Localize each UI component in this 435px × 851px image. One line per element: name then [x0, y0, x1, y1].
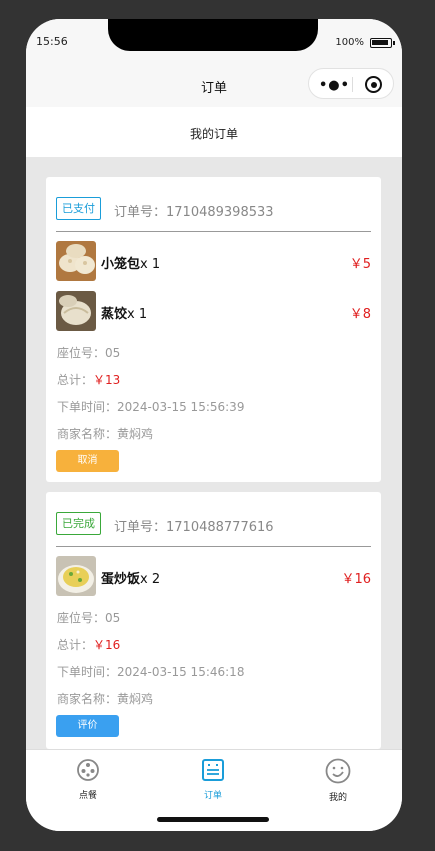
item-price: ￥5: [349, 257, 371, 272]
order-item: 蛋炒饭x 2 ￥16: [56, 556, 371, 596]
order-item: 蒸饺x 1 ￥8: [56, 291, 371, 331]
steamed-dumpling-photo: [56, 291, 96, 331]
order-icon: [202, 759, 224, 781]
page-header: 我的订单: [26, 107, 402, 157]
divider: [56, 231, 371, 232]
capsule-divider: [352, 77, 353, 92]
dumpling-photo: [56, 241, 96, 281]
order-number: 订单号：1710489398533: [114, 205, 274, 220]
battery-percent: 100%: [335, 37, 364, 48]
divider: [56, 546, 371, 547]
tab-label: 我的: [328, 793, 347, 803]
order-card: 已完成 订单号：1710488777616 蛋炒饭x 2 ￥16 座位号：05 …: [46, 492, 381, 749]
order-time: 下单时间：2024-03-15 15:56:39: [57, 400, 245, 414]
nav-bar: 订单 •●•: [26, 63, 402, 107]
order-time: 下单时间：2024-03-15 15:46:18: [57, 665, 245, 679]
item-price: ￥16: [341, 572, 371, 587]
seat-number: 座位号：05: [57, 611, 121, 625]
food-icon: [77, 759, 99, 781]
item-name: 小笼包x 1: [101, 257, 161, 272]
mini-program-capsule: •●•: [308, 68, 394, 99]
profile-icon: [325, 758, 351, 784]
order-number: 订单号：1710488777616: [114, 520, 274, 535]
item-name: 蛋炒饭x 2: [101, 572, 161, 587]
status-bar: 15:56 100%: [26, 19, 402, 63]
battery-icon: [370, 38, 395, 48]
tab-orders[interactable]: 订单: [173, 758, 253, 801]
page-title: 我的订单: [189, 127, 238, 141]
phone-screen: 15:56 100% 订单 •●• 我的订单 已支付 订单号：171048939…: [26, 19, 402, 831]
merchant-name: 商家名称：黄焖鸡: [57, 692, 154, 706]
tab-profile[interactable]: 我的: [298, 758, 378, 803]
fried-rice-photo: [56, 556, 96, 596]
order-item: 小笼包x 1 ￥5: [56, 241, 371, 281]
order-total: 总计：￥16: [57, 638, 121, 652]
item-price: ￥8: [349, 307, 371, 322]
item-name: 蒸饺x 1: [101, 307, 148, 322]
merchant-name: 商家名称：黄焖鸡: [57, 427, 154, 441]
tab-label: 订单: [203, 791, 222, 801]
status-badge: 已完成: [56, 512, 101, 535]
seat-number: 座位号：05: [57, 346, 121, 360]
notch: [108, 19, 318, 51]
tab-order-food[interactable]: 点餐: [48, 758, 128, 801]
cancel-button[interactable]: 取消: [56, 450, 119, 472]
review-button[interactable]: 评价: [56, 715, 119, 737]
home-indicator: [157, 817, 269, 822]
more-dots-icon[interactable]: •●•: [319, 78, 350, 93]
order-list: 已支付 订单号：1710489398533 小笼包x 1 ￥5 蒸饺x 1 ￥8…: [26, 157, 402, 749]
tab-label: 点餐: [78, 791, 97, 801]
status-badge: 已支付: [56, 197, 101, 220]
target-close-icon[interactable]: [365, 76, 382, 93]
order-card: 已支付 订单号：1710489398533 小笼包x 1 ￥5 蒸饺x 1 ￥8…: [46, 177, 381, 482]
order-total: 总计：￥13: [57, 373, 121, 387]
status-time: 15:56: [36, 35, 68, 48]
